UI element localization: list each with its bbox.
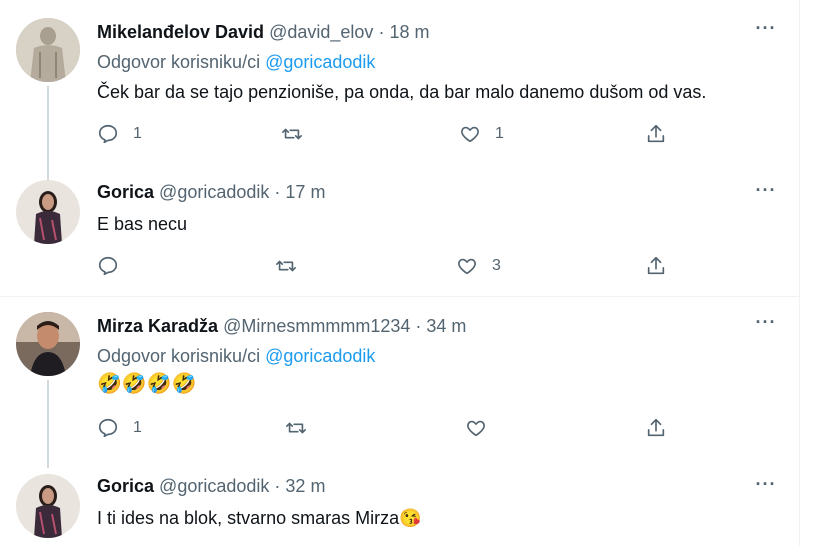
display-name[interactable]: Gorica [97, 182, 154, 202]
more-icon[interactable]: ··· [752, 475, 780, 496]
share-button[interactable] [645, 252, 667, 280]
tweet[interactable]: Mikelanđelov David @david_elov · 18 m ··… [0, 18, 799, 206]
retweet-icon [286, 422, 306, 434]
reply-button[interactable]: 1 [97, 414, 142, 442]
avatar[interactable] [16, 180, 80, 244]
more-icon[interactable]: ··· [752, 313, 780, 334]
like-button[interactable] [465, 414, 501, 442]
dot-separator: · [378, 22, 385, 42]
like-count: 1 [495, 125, 504, 142]
share-button[interactable] [645, 414, 667, 442]
tweet[interactable]: Gorica @goricadodik · 17 m ··· E bas nec… [0, 180, 799, 292]
retweet-button[interactable] [281, 120, 317, 148]
kiss-emoji: 😘 [399, 508, 422, 528]
tweet-text: 🤣🤣🤣🤣 [97, 373, 197, 395]
user-handle[interactable]: @david_elov [269, 22, 373, 42]
reply-icon [98, 418, 118, 438]
tweet-actions: 1 [97, 414, 677, 442]
display-name[interactable]: Mirza Karadža [97, 316, 218, 336]
replying-prefix: Odgovor korisniku/ci [97, 346, 261, 366]
replying-to: Odgovor korisniku/ci @goricadodik [97, 50, 375, 74]
display-name[interactable]: Mikelanđelov David [97, 22, 264, 42]
tweet-text-body: I ti ides na blok, stvarno smaras Mirza [97, 508, 400, 528]
user-handle[interactable]: @goricadodik [159, 476, 269, 496]
avatar[interactable] [16, 474, 80, 538]
like-icon [461, 126, 479, 143]
retweet-button[interactable] [285, 414, 321, 442]
timeline-border [799, 0, 800, 546]
avatar[interactable] [16, 18, 80, 82]
tweet-text: I ti ides na blok, stvarno smaras Mirza😘 [97, 506, 422, 530]
replying-to: Odgovor korisniku/ci @goricadodik [97, 344, 375, 368]
like-button[interactable]: 1 [459, 120, 504, 148]
display-name[interactable]: Gorica [97, 476, 154, 496]
mention-link[interactable]: @goricadodik [265, 346, 375, 366]
reply-count: 1 [133, 419, 142, 436]
reply-count: 1 [133, 125, 142, 142]
tweet-header: Gorica @goricadodik · 17 m [97, 180, 325, 204]
retweet-icon [276, 260, 296, 272]
reply-button[interactable] [97, 252, 133, 280]
tweet-header: Gorica @goricadodik · 32 m [97, 474, 325, 498]
more-icon[interactable]: ··· [752, 181, 780, 202]
tweet-actions: 3 [97, 252, 677, 280]
timestamp[interactable]: 32 m [285, 476, 325, 496]
timestamp[interactable]: 17 m [285, 182, 325, 202]
share-button[interactable] [645, 120, 667, 148]
retweet-button[interactable] [275, 252, 311, 280]
tweet-header: Mirza Karadža @Mirnesmmmmm1234 · 34 m [97, 314, 466, 338]
tweet[interactable]: Mirza Karadža @Mirnesmmmmm1234 · 34 m ··… [0, 312, 799, 468]
share-icon [647, 418, 665, 437]
avatar[interactable] [16, 312, 80, 376]
dot-separator: · [415, 316, 422, 336]
reply-icon [98, 256, 118, 276]
tweet-header: Mikelanđelov David @david_elov · 18 m [97, 20, 429, 44]
thread-line [47, 380, 49, 468]
mention-link[interactable]: @goricadodik [265, 52, 375, 72]
tweet-text: Ček bar da se tajo penzioniše, pa onda, … [97, 82, 707, 102]
dot-separator: · [274, 182, 281, 202]
reply-icon [98, 124, 118, 144]
more-icon[interactable]: ··· [752, 19, 780, 40]
share-icon [647, 256, 665, 275]
timestamp[interactable]: 34 m [426, 316, 466, 336]
like-count: 3 [492, 257, 501, 274]
share-icon [647, 124, 665, 143]
tweet[interactable]: Gorica @goricadodik · 32 m ··· I ti ides… [0, 474, 799, 546]
dot-separator: · [274, 476, 281, 496]
retweet-icon [282, 128, 302, 140]
tweet-actions: 1 1 [97, 120, 677, 148]
timestamp[interactable]: 18 m [389, 22, 429, 42]
like-icon [458, 258, 476, 275]
reply-button[interactable]: 1 [97, 120, 142, 148]
tweet-text: E bas necu [97, 214, 188, 234]
tweet-separator [0, 296, 799, 297]
replying-prefix: Odgovor korisniku/ci [97, 52, 261, 72]
like-icon [467, 420, 485, 437]
like-button[interactable]: 3 [456, 252, 501, 280]
user-handle[interactable]: @goricadodik [159, 182, 269, 202]
user-handle[interactable]: @Mirnesmmmmm1234 [223, 316, 410, 336]
